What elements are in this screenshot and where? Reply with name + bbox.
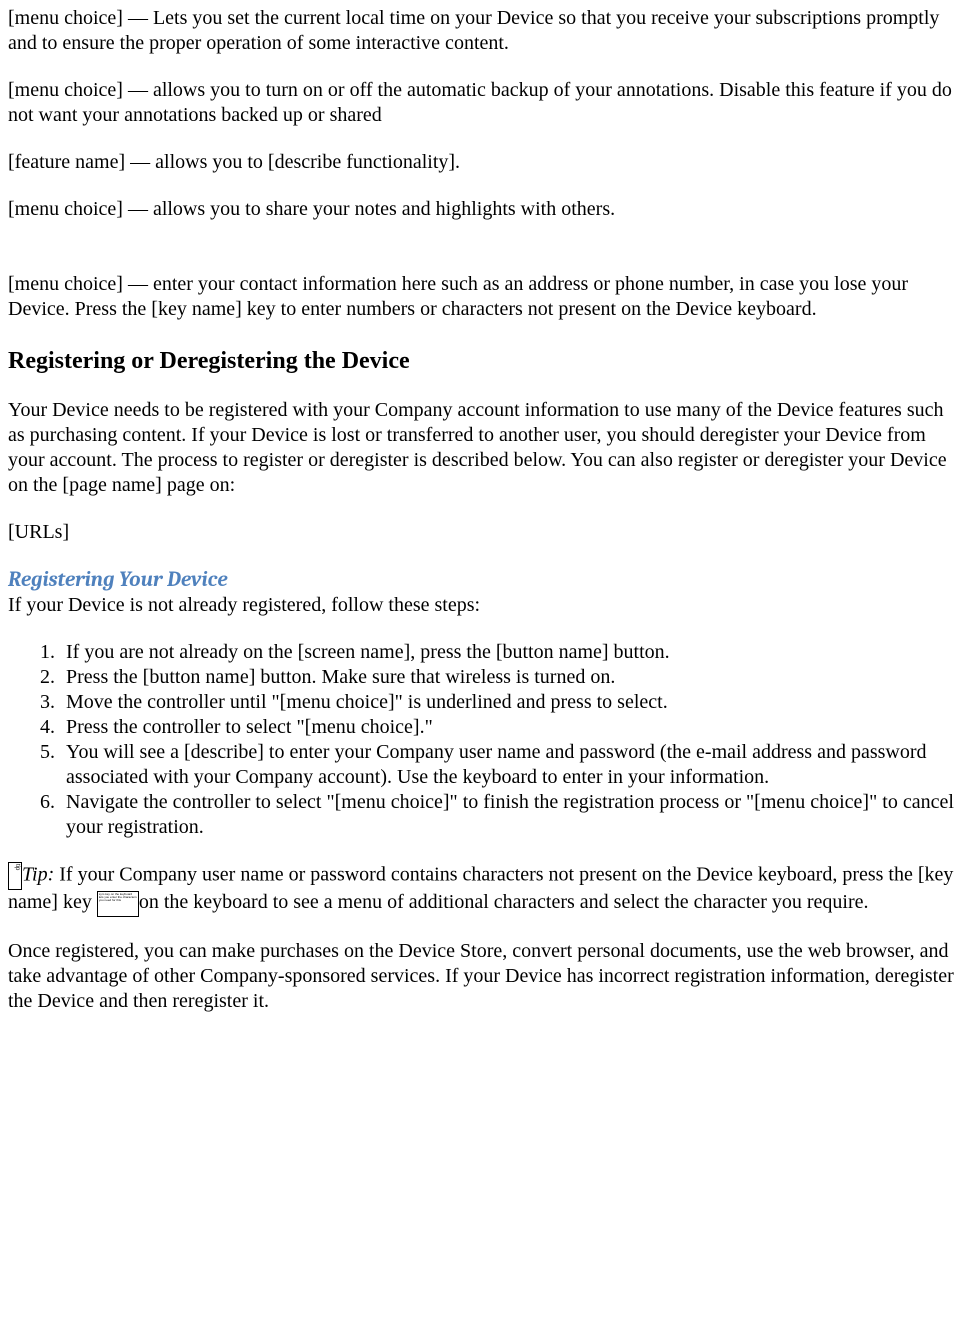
step-item: Move the controller until "[menu choice]…	[60, 690, 962, 715]
heading-registering: Registering or Deregistering the Device	[8, 346, 962, 376]
paragraph-tip: tipTip: If your Company user name or pas…	[8, 862, 962, 916]
paragraph-feature-placeholder: [feature name] — allows you to [describe…	[8, 150, 962, 175]
step-item: You will see a [describe] to enter your …	[60, 740, 962, 790]
steps-list: If you are not already on the [screen na…	[8, 640, 962, 840]
tip-label: Tip:	[22, 864, 54, 886]
tip-text-after-key: on the keyboard to see a menu of additio…	[139, 891, 869, 913]
paragraph-menu-backup: [menu choice] — allows you to turn on or…	[8, 78, 962, 128]
step-item: Press the controller to select "[menu ch…	[60, 715, 962, 740]
subheading-registering-your-device: Registering Your Device	[8, 567, 962, 593]
paragraph-registering-intro: Your Device needs to be registered with …	[8, 398, 962, 498]
paragraph-urls: [URLs]	[8, 520, 962, 545]
paragraph-menu-localtime: [menu choice] — Lets you set the current…	[8, 6, 962, 56]
step-item: If you are not already on the [screen na…	[60, 640, 962, 665]
step-item: Navigate the controller to select "[menu…	[60, 790, 962, 840]
paragraph-menu-share: [menu choice] — allows you to share your…	[8, 197, 962, 222]
tip-icon: tip	[8, 862, 22, 890]
paragraph-menu-contact: [menu choice] — enter your contact infor…	[8, 272, 962, 322]
paragraph-follow-steps: If your Device is not already registered…	[8, 593, 962, 618]
step-item: Press the [button name] button. Make sur…	[60, 665, 962, 690]
spacer	[8, 244, 962, 272]
key-icon: sym key on the keyboard lets you enter t…	[97, 891, 139, 917]
paragraph-once-registered: Once registered, you can make purchases …	[8, 939, 962, 1014]
